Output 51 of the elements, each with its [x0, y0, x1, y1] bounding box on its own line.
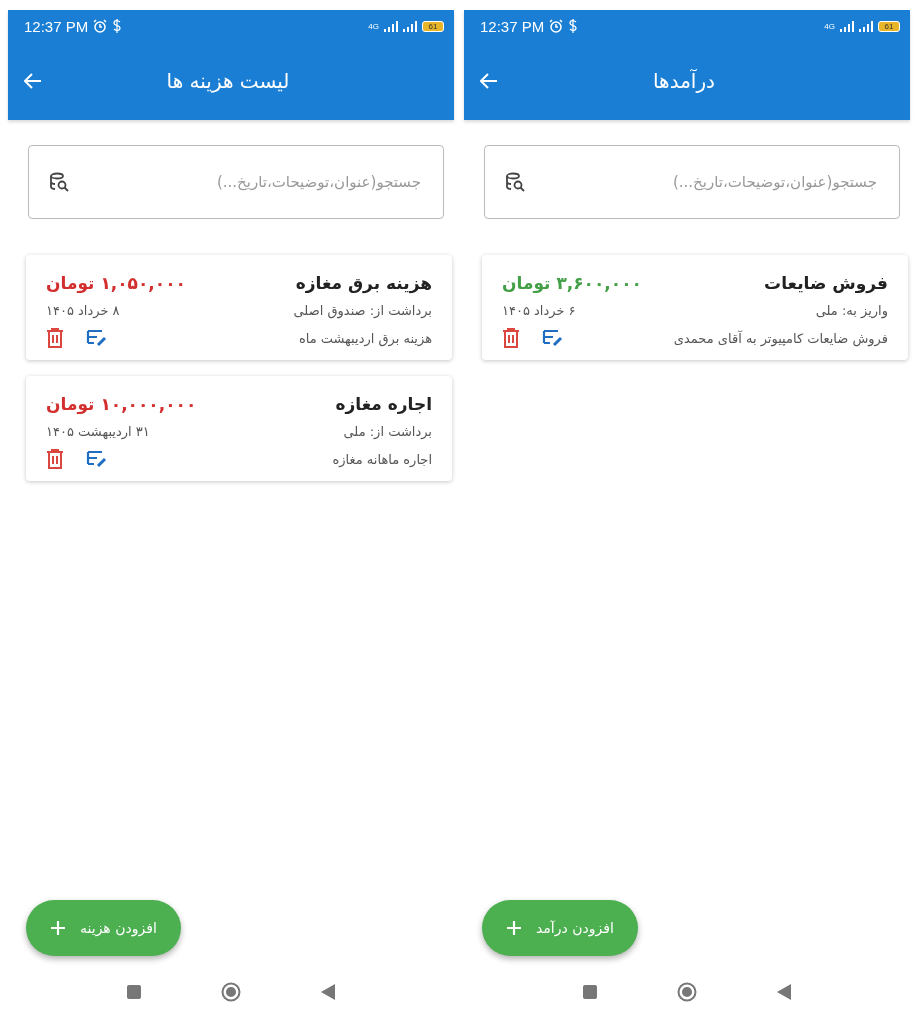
entry-title: هزینه برق مغازه	[295, 273, 432, 293]
entry-description: هزینه برق اردیبهشت ماه	[298, 330, 432, 346]
status-time: 12:37 PM	[480, 17, 545, 35]
alarm-icon	[93, 19, 108, 33]
entry-account: واریز به: ملی	[815, 303, 888, 318]
screen-title: لیست هزینه ها	[165, 69, 291, 93]
status-time: 12:37 PM	[24, 17, 89, 35]
entry-account: برداشت از: صندوق اصلی	[293, 303, 432, 318]
plus-icon	[506, 920, 522, 936]
entry-amount: ۳,۶۰۰,۰۰۰ تومان	[502, 273, 642, 293]
entry-date: ۸ خرداد ۱۴۰۵	[46, 303, 120, 318]
delete-button[interactable]	[46, 449, 64, 469]
home-icon[interactable]	[677, 982, 697, 1002]
back-icon[interactable]	[777, 984, 791, 1000]
entry-date: ۳۱ اردیبهشت ۱۴۰۵	[46, 424, 150, 439]
back-arrow-icon[interactable]	[24, 73, 42, 89]
edit-button[interactable]	[86, 328, 108, 348]
dollar-icon	[112, 19, 123, 33]
add-button[interactable]: افزودن درآمد	[482, 900, 638, 956]
edit-button[interactable]	[542, 328, 564, 348]
back-arrow-icon[interactable]	[480, 73, 498, 89]
database-search-icon	[505, 172, 525, 192]
entry-description: فروش ضایعات کامپیوتر به آقای محمدی	[673, 330, 888, 346]
entry-date: ۶ خرداد ۱۴۰۵	[502, 303, 576, 318]
screen-title: درآمدها	[652, 69, 716, 93]
entry-title: اجاره مغازه	[335, 394, 432, 414]
plus-icon	[50, 920, 66, 936]
database-search-icon	[49, 172, 69, 192]
back-icon[interactable]	[321, 984, 335, 1000]
network-type: 4G	[824, 21, 835, 31]
signal-icon	[384, 20, 398, 32]
signal-icon	[840, 20, 854, 32]
alarm-icon	[549, 19, 564, 33]
search-field[interactable]: جستجو(عنوان،توضیحات،تاریخ...)	[484, 145, 900, 219]
search-field[interactable]: جستجو(عنوان،توضیحات،تاریخ...)	[28, 145, 444, 219]
signal-icon	[403, 20, 417, 32]
add-button[interactable]: افزودن هزینه	[26, 900, 181, 956]
edit-button[interactable]	[86, 449, 108, 469]
entry-amount: ۱۰,۰۰۰,۰۰۰ تومان	[46, 394, 197, 414]
dollar-icon	[568, 19, 579, 33]
entry-amount: ۱,۰۵۰,۰۰۰ تومان	[46, 273, 186, 293]
entry-title: فروش ضایعات	[764, 273, 888, 293]
delete-button[interactable]	[46, 328, 64, 348]
delete-button[interactable]	[502, 328, 520, 348]
battery-level: 61	[422, 20, 444, 32]
signal-icon	[859, 20, 873, 32]
entry-account: برداشت از: ملی	[343, 424, 432, 439]
network-type: 4G	[368, 21, 379, 31]
battery-level: 61	[878, 20, 900, 32]
entry-description: اجاره ماهانه مغازه	[332, 451, 432, 467]
home-icon[interactable]	[221, 982, 241, 1002]
